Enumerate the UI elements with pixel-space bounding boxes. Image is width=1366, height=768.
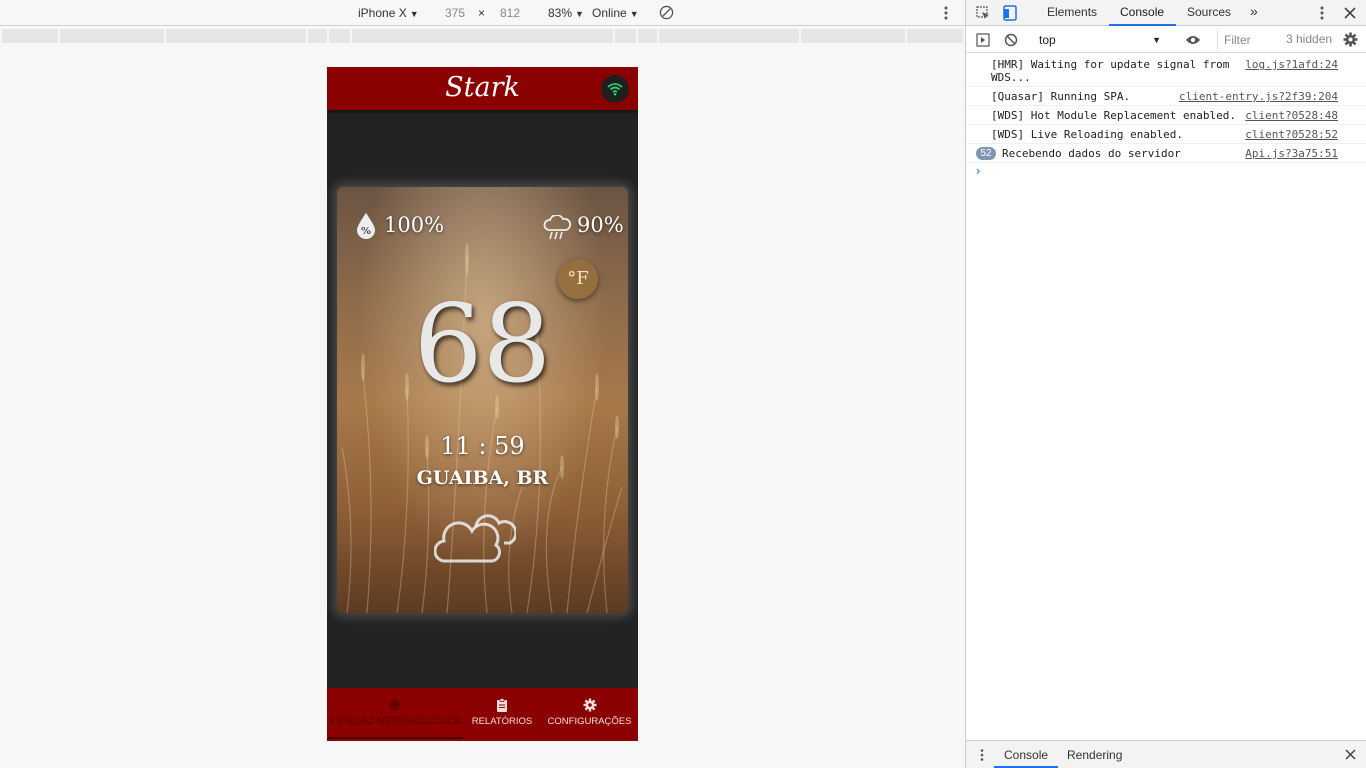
svg-text:%: % xyxy=(361,226,371,237)
nav-tab-relatorios[interactable]: RELATÓRIOS xyxy=(463,688,541,741)
console-source-link[interactable]: log.js?1afd:24 xyxy=(1245,58,1338,71)
show-sidebar-icon[interactable] xyxy=(976,33,990,47)
more-options-icon[interactable] xyxy=(940,5,952,21)
console-message[interactable]: [WDS] Hot Module Replacement enabled. cl… xyxy=(966,106,1366,125)
app-title: Stark xyxy=(445,72,520,103)
tab-sources[interactable]: Sources xyxy=(1187,5,1231,19)
nav-label-estacao: ESTAÇÃO METEOROLÓGICA xyxy=(329,716,461,727)
devtools-tabbar: Elements Console Sources » xyxy=(966,0,1366,26)
ruler-segment[interactable] xyxy=(352,29,613,43)
ruler-segment[interactable] xyxy=(801,29,905,43)
console-settings-gear-icon[interactable] xyxy=(1343,32,1358,47)
inspect-element-icon[interactable] xyxy=(976,6,990,20)
humidity-drop-icon: % xyxy=(357,213,375,239)
drawer-tab-console[interactable]: Console xyxy=(1004,748,1048,762)
console-message[interactable]: [Quasar] Running SPA. client-entry.js?2f… xyxy=(966,87,1366,106)
tab-console[interactable]: Console xyxy=(1120,5,1164,19)
hidden-messages-count: 3 hidden xyxy=(1286,32,1333,46)
time-value: 11 : 59 xyxy=(440,432,525,460)
ruler-segment[interactable] xyxy=(615,29,636,43)
console-message[interactable]: [HMR] Waiting for update signal from WDS… xyxy=(966,55,1366,87)
console-source-link[interactable]: client?0528:52 xyxy=(1245,128,1338,141)
console-prompt-chevron-icon[interactable]: › xyxy=(976,163,980,178)
devtools-panel: Elements Console Sources » top ▼ Filter 3… xyxy=(965,0,1366,768)
nav-label-configuracoes: CONFIGURAÇÕES xyxy=(547,716,632,727)
console-message[interactable]: [WDS] Live Reloading enabled. client?052… xyxy=(966,125,1366,144)
repeat-count-badge: 52 xyxy=(976,147,996,160)
bottom-navigation: ESTAÇÃO METEOROLÓGICA RELATÓRIOS CONFIGU… xyxy=(327,688,638,741)
context-value: top xyxy=(1039,33,1056,47)
weather-card: % 100% 90% °F 68 11 : 59 GUAIBA, BR xyxy=(337,187,628,613)
ruler-segment[interactable] xyxy=(2,29,58,43)
console-message-text: Recebendo dados do servidor xyxy=(1002,147,1181,160)
console-source-link[interactable]: client-entry.js?2f39:204 xyxy=(1179,90,1338,103)
console-message[interactable]: 52 Recebendo dados do servidor Api.js?3a… xyxy=(966,144,1366,163)
media-query-ruler[interactable] xyxy=(2,29,963,43)
zoom-value: 83% xyxy=(548,6,573,20)
nav-tab-estacao[interactable]: ESTAÇÃO METEOROLÓGICA xyxy=(327,688,463,741)
ruler-segment[interactable] xyxy=(60,29,164,43)
console-message-text: [WDS] Hot Module Replacement enabled. xyxy=(991,109,1237,122)
app-header: Stark xyxy=(327,67,638,110)
drawer-menu-icon[interactable] xyxy=(979,748,985,762)
close-drawer-icon[interactable] xyxy=(1345,749,1356,760)
device-toggle-icon[interactable] xyxy=(1003,5,1017,21)
cloudy-weather-icon xyxy=(434,514,516,563)
context-select[interactable]: top ▼ xyxy=(1031,30,1165,50)
filter-input[interactable]: Filter xyxy=(1217,30,1270,50)
ruler-segment[interactable] xyxy=(907,29,963,43)
height-input[interactable]: 812 xyxy=(500,6,520,20)
width-input[interactable]: 375 xyxy=(445,6,465,20)
rain-chance-value: 90% xyxy=(577,213,624,237)
dimension-separator: × xyxy=(478,6,486,20)
console-message-text: [Quasar] Running SPA. xyxy=(991,90,1131,103)
tab-elements[interactable]: Elements xyxy=(1047,5,1097,19)
more-tabs-chevron-icon[interactable]: » xyxy=(1250,3,1258,19)
active-tab-indicator xyxy=(1109,24,1176,26)
device-toolbar: iPhone X ▼ 375 × 812 83% ▼ Online ▼ xyxy=(0,0,965,26)
console-message-text: [HMR] Waiting for update signal from WDS… xyxy=(991,58,1230,84)
ruler-segment[interactable] xyxy=(308,29,327,43)
console-source-link[interactable]: client?0528:48 xyxy=(1245,109,1338,122)
rain-cloud-icon xyxy=(543,215,572,240)
ruler-segment[interactable] xyxy=(166,29,306,43)
temperature-value: 68 xyxy=(413,282,552,407)
nav-tab-configuracoes[interactable]: CONFIGURAÇÕES xyxy=(541,688,638,741)
throttle-select[interactable]: Online ▼ xyxy=(592,6,639,20)
devtools-menu-icon[interactable] xyxy=(1318,5,1326,21)
clear-console-icon[interactable] xyxy=(1004,33,1018,47)
console-messages: [HMR] Waiting for update signal from WDS… xyxy=(966,55,1366,163)
drawer-tab-rendering[interactable]: Rendering xyxy=(1067,748,1122,762)
ruler-segment[interactable] xyxy=(329,29,350,43)
ruler-segment[interactable] xyxy=(638,29,657,43)
wifi-icon xyxy=(607,83,623,96)
device-emulation-pane: iPhone X ▼ 375 × 812 83% ▼ Online ▼ Stark xyxy=(0,0,965,768)
phone-viewport: Stark % 100% 90% °F 68 11: 59 GUAIBA, B… xyxy=(327,67,638,741)
console-message-text: [WDS] Live Reloading enabled. xyxy=(991,128,1184,141)
console-source-link[interactable]: Api.js?3a75:51 xyxy=(1245,147,1338,160)
close-devtools-icon[interactable] xyxy=(1344,7,1356,19)
location-value: GUAIBA, BR xyxy=(416,467,549,489)
wifi-status-button[interactable] xyxy=(601,75,629,103)
clipboard-icon xyxy=(497,698,507,712)
rotate-icon[interactable] xyxy=(659,5,674,20)
weather-station-icon xyxy=(389,699,401,711)
eye-icon[interactable] xyxy=(1185,35,1201,45)
humidity-value: 100% xyxy=(384,213,445,237)
nav-label-relatorios: RELATÓRIOS xyxy=(471,716,533,727)
device-name: iPhone X xyxy=(358,6,407,20)
active-tab-indicator xyxy=(327,737,463,739)
ruler-segment[interactable] xyxy=(659,29,799,43)
devtools-drawer: Console Rendering xyxy=(966,740,1366,768)
gear-icon xyxy=(583,698,596,712)
console-filter-bar: top ▼ Filter 3 hidden xyxy=(966,27,1366,53)
device-select[interactable]: iPhone X ▼ xyxy=(358,6,419,20)
zoom-select[interactable]: 83% ▼ xyxy=(548,6,584,20)
throttle-value: Online xyxy=(592,6,627,20)
